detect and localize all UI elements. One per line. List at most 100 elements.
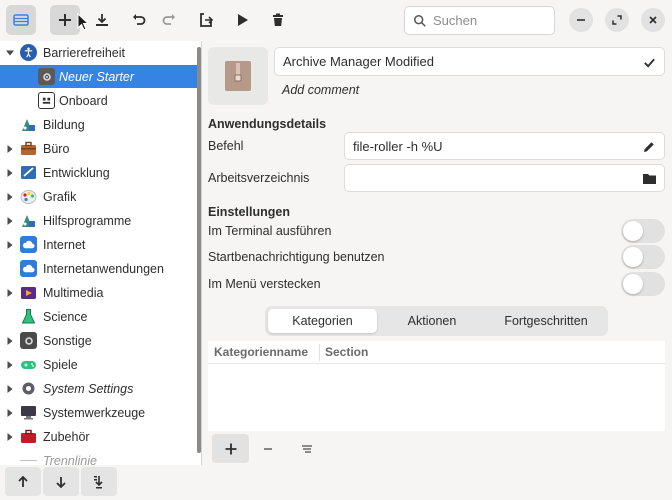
sidebar-item-spiele[interactable]: Spiele bbox=[0, 353, 198, 376]
move-up-button[interactable] bbox=[5, 467, 41, 496]
sidebar-item-label: Grafik bbox=[43, 189, 77, 204]
sidebar-item-zubehoer[interactable]: Zubehör bbox=[0, 425, 198, 448]
briefcase-icon bbox=[20, 140, 37, 157]
separator-line bbox=[20, 460, 37, 461]
sidebar-item-label: Hilfsprogramme bbox=[43, 213, 132, 228]
keyboard-icon bbox=[38, 92, 55, 109]
sidebar-item-label: Onboard bbox=[59, 93, 108, 108]
accessibility-icon bbox=[20, 44, 37, 61]
section-title-details: Anwendungsdetails bbox=[208, 117, 327, 131]
chevron-right-icon bbox=[7, 385, 13, 393]
column-header-category-name[interactable]: Kategorienname bbox=[214, 345, 308, 359]
sidebar-item-label: Internetanwendungen bbox=[43, 261, 164, 276]
sidebar-item-bildung[interactable]: Bildung bbox=[0, 113, 198, 136]
sidebar-item-entwicklung[interactable]: Entwicklung bbox=[0, 161, 198, 184]
export-button[interactable] bbox=[191, 5, 221, 35]
education-icon bbox=[20, 116, 37, 133]
chevron-right-icon bbox=[7, 241, 13, 249]
add-launcher-button[interactable] bbox=[50, 5, 80, 35]
category-sidebar: Barrierefreiheit Neuer Starter Onboard B… bbox=[0, 41, 202, 500]
chevron-right-icon bbox=[7, 433, 13, 441]
chevron-right-icon bbox=[7, 193, 13, 201]
play-icon bbox=[238, 14, 248, 26]
tab-aktionen[interactable]: Aktionen bbox=[377, 309, 487, 333]
terminal-toggle[interactable] bbox=[621, 219, 665, 243]
search-icon bbox=[413, 14, 426, 27]
sort-button[interactable] bbox=[81, 467, 117, 496]
remove-icon bbox=[263, 447, 272, 450]
undo-button[interactable] bbox=[124, 5, 154, 35]
chevron-right-icon bbox=[7, 289, 13, 297]
sidebar-item-label: Systemwerkzeuge bbox=[43, 405, 146, 420]
terminal-label: Im Terminal ausführen bbox=[208, 224, 332, 238]
multimedia-icon bbox=[20, 284, 37, 301]
workdir-label: Arbeitsverzeichnis bbox=[208, 171, 310, 185]
sidebar-actions bbox=[0, 465, 202, 500]
folder-icon bbox=[643, 174, 656, 184]
launcher-name-field[interactable]: Archive Manager Modified bbox=[274, 47, 665, 76]
sidebar-item-label: Sonstige bbox=[43, 333, 92, 348]
delete-button[interactable] bbox=[263, 5, 293, 35]
sidebar-item-label: Zubehör bbox=[43, 429, 90, 444]
sidebar-item-label: System Settings bbox=[43, 381, 134, 396]
sidebar-item-hilfsprogramme[interactable]: Hilfsprogramme bbox=[0, 209, 198, 232]
hide-menu-toggle[interactable] bbox=[621, 272, 665, 296]
chevron-right-icon bbox=[7, 409, 13, 417]
maximize-icon bbox=[612, 15, 622, 25]
column-separator bbox=[319, 344, 320, 361]
sidebar-item-label: Barrierefreiheit bbox=[43, 45, 125, 60]
column-header-section[interactable]: Section bbox=[325, 345, 368, 359]
toolbox-icon bbox=[20, 428, 37, 445]
sidebar-item-onboard[interactable]: Onboard bbox=[0, 89, 198, 112]
sidebar-item-internetanwendungen[interactable]: Internetanwendungen bbox=[0, 257, 198, 280]
sidebar-item-barrierefreiheit[interactable]: Barrierefreiheit bbox=[0, 41, 198, 64]
categories-table: Kategorienname Section bbox=[208, 341, 665, 431]
command-value: file-roller -h %U bbox=[353, 138, 443, 154]
startup-notify-toggle[interactable] bbox=[621, 245, 665, 269]
close-button[interactable] bbox=[641, 8, 665, 32]
cloud-icon bbox=[20, 236, 37, 253]
table-header: Kategorienname Section bbox=[208, 341, 665, 364]
add-category-button[interactable] bbox=[212, 434, 249, 463]
workdir-field[interactable] bbox=[344, 164, 665, 192]
sidebar-item-neuer-starter[interactable]: Neuer Starter bbox=[0, 65, 198, 88]
sort-down-icon bbox=[94, 475, 103, 488]
minimize-button[interactable] bbox=[569, 8, 593, 32]
download-icon bbox=[96, 14, 108, 26]
sidebar-item-science[interactable]: Science bbox=[0, 305, 198, 328]
toggle-knob bbox=[623, 274, 643, 294]
search-input[interactable]: Suchen bbox=[404, 6, 555, 35]
import-button[interactable] bbox=[87, 5, 117, 35]
sidebar-item-label: Science bbox=[43, 309, 88, 324]
sidebar-item-sonstige[interactable]: Sonstige bbox=[0, 329, 198, 352]
gear-icon bbox=[20, 332, 37, 349]
tab-kategorien[interactable]: Kategorien bbox=[268, 309, 377, 333]
sidebar-item-buero[interactable]: Büro bbox=[0, 137, 198, 160]
utilities-icon bbox=[20, 212, 37, 229]
redo-icon bbox=[162, 14, 175, 25]
sidebar-item-label: Büro bbox=[43, 141, 70, 156]
sidebar-item-system-settings[interactable]: System Settings bbox=[0, 377, 198, 400]
remove-category-button[interactable] bbox=[249, 434, 286, 463]
sidebar-item-multimedia[interactable]: Multimedia bbox=[0, 281, 198, 304]
sidebar-scrollbar[interactable] bbox=[197, 47, 201, 453]
sidebar-item-systemwerkzeuge[interactable]: Systemwerkzeuge bbox=[0, 401, 198, 424]
run-button[interactable] bbox=[227, 5, 257, 35]
sidebar-toggle-button[interactable] bbox=[6, 5, 36, 35]
chevron-right-icon bbox=[7, 337, 13, 345]
clear-categories-button[interactable] bbox=[288, 434, 325, 463]
move-down-button[interactable] bbox=[43, 467, 79, 496]
maximize-button[interactable] bbox=[605, 8, 629, 32]
launcher-icon-button[interactable] bbox=[208, 47, 268, 105]
sidebar-item-grafik[interactable]: Grafik bbox=[0, 185, 198, 208]
redo-button[interactable] bbox=[154, 5, 184, 35]
tab-fortgeschritten[interactable]: Fortgeschritten bbox=[487, 309, 605, 333]
toolbar: Suchen bbox=[0, 0, 672, 41]
command-field[interactable]: file-roller -h %U bbox=[344, 132, 665, 160]
cloud-icon bbox=[20, 260, 37, 277]
comment-field[interactable]: Add comment bbox=[282, 83, 359, 97]
settings-gear-icon bbox=[20, 380, 37, 397]
sidebar-item-internet[interactable]: Internet bbox=[0, 233, 198, 256]
command-label: Befehl bbox=[208, 139, 244, 153]
gamepad-icon bbox=[20, 356, 37, 373]
